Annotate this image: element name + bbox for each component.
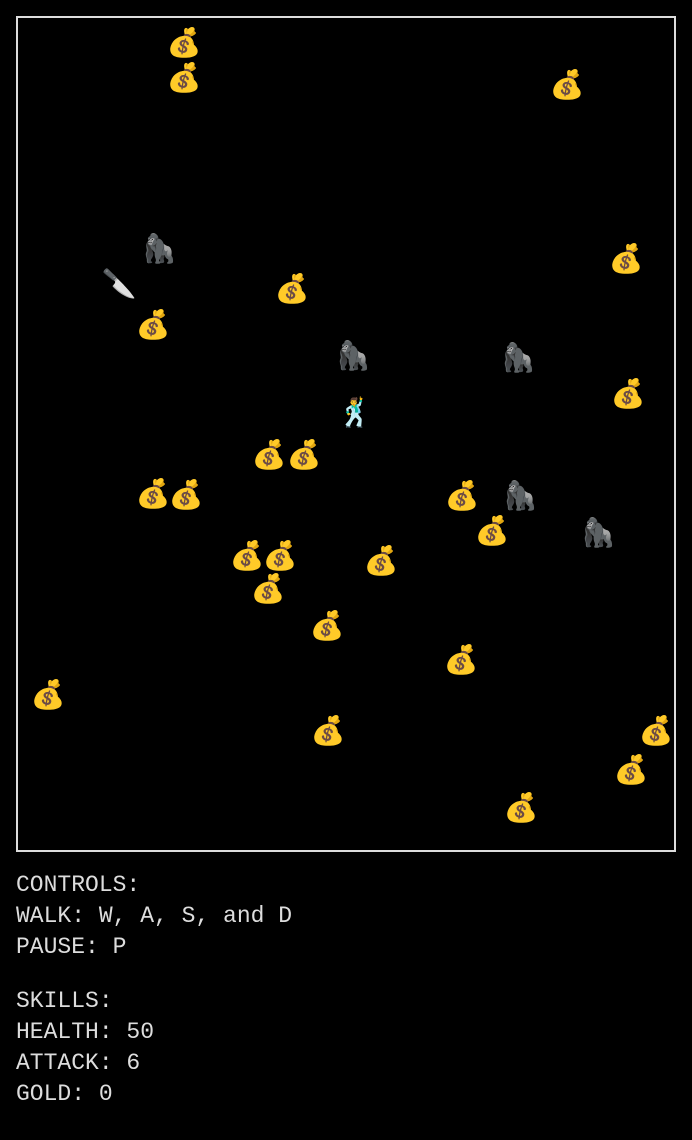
gold-icon: 💰: [445, 485, 480, 513]
gold-icon: 💰: [611, 383, 646, 411]
health-value: 50: [126, 1019, 154, 1045]
gold-icon: 💰: [136, 483, 171, 511]
gold-stat: GOLD: 0: [16, 1079, 676, 1110]
enemy-icon: 🦍: [336, 345, 371, 373]
gold-icon: 💰: [169, 484, 204, 512]
skills-heading: SKILLS:: [16, 986, 676, 1017]
gold-icon: 💰: [444, 649, 479, 677]
gold-icon: 💰: [614, 759, 649, 787]
enemy-icon: 🦍: [581, 522, 616, 550]
gold-icon: 💰: [609, 248, 644, 276]
walk-controls: WALK: W, A, S, and D: [16, 901, 676, 932]
player-icon: 🕺: [338, 402, 373, 430]
gold-icon: 💰: [252, 444, 287, 472]
enemy-icon: 🦍: [503, 485, 538, 513]
gold-icon: 💰: [287, 444, 322, 472]
gold-icon: 💰: [364, 550, 399, 578]
attack-value: 6: [126, 1050, 140, 1076]
walk-keys: W, A, S, and D: [99, 903, 292, 929]
gold-icon: 💰: [230, 545, 265, 573]
gold-icon: 💰: [263, 545, 298, 573]
gold-icon: 💰: [311, 720, 346, 748]
pause-label: PAUSE:: [16, 934, 113, 960]
gold-icon: 💰: [639, 720, 674, 748]
attack-stat: ATTACK: 6: [16, 1048, 676, 1079]
gold-icon: 💰: [136, 314, 171, 342]
info-panel: CONTROLS: WALK: W, A, S, and D PAUSE: P …: [16, 870, 676, 1110]
gold-icon: 💰: [504, 797, 539, 825]
weapon-icon: 🔪: [102, 273, 137, 301]
gold-icon: 💰: [167, 67, 202, 95]
gold-icon: 💰: [167, 32, 202, 60]
enemy-icon: 🦍: [142, 238, 177, 266]
gold-icon: 💰: [310, 615, 345, 643]
attack-label: ATTACK:: [16, 1050, 126, 1076]
enemy-icon: 🦍: [501, 347, 536, 375]
gold-icon: 💰: [475, 520, 510, 548]
gold-icon: 💰: [275, 278, 310, 306]
gold-label: GOLD:: [16, 1081, 99, 1107]
walk-label: WALK:: [16, 903, 99, 929]
controls-heading: CONTROLS:: [16, 870, 676, 901]
gold-icon: 💰: [251, 578, 286, 606]
gold-icon: 💰: [550, 74, 585, 102]
blank-line: [16, 963, 676, 986]
gold-value: 0: [99, 1081, 113, 1107]
gold-icon: 💰: [31, 684, 66, 712]
health-stat: HEALTH: 50: [16, 1017, 676, 1048]
health-label: HEALTH:: [16, 1019, 126, 1045]
pause-controls: PAUSE: P: [16, 932, 676, 963]
game-board[interactable]: 💰💰💰🦍💰🔪💰💰🦍🦍💰🕺💰💰💰💰💰🦍💰🦍💰💰💰💰💰💰💰💰💰💰💰: [16, 16, 676, 852]
pause-key: P: [113, 934, 127, 960]
